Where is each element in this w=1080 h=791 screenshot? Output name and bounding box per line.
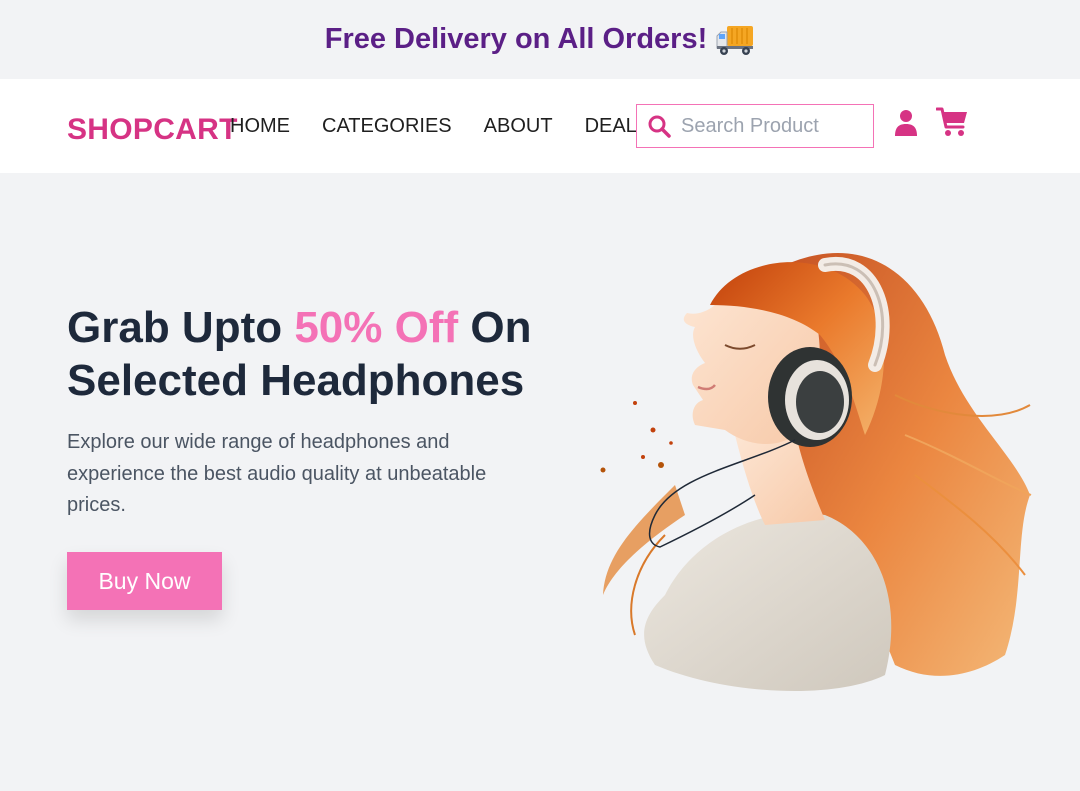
hero-section: Grab Upto 50% Off On Selected Headphones… xyxy=(0,173,1080,791)
search-box xyxy=(636,104,874,148)
cart-icon[interactable] xyxy=(936,107,968,137)
hero-title: Grab Upto 50% Off On Selected Headphones xyxy=(67,301,567,407)
main-nav: HOME CATEGORIES ABOUT DEALS xyxy=(230,115,650,138)
hero-title-accent: 50% Off xyxy=(294,303,459,352)
woman-with-headphones-illustration xyxy=(600,252,1032,692)
search-input[interactable] xyxy=(681,114,861,138)
delivery-truck-icon xyxy=(716,25,754,55)
nav-about[interactable]: ABOUT xyxy=(484,115,553,138)
search-icon[interactable] xyxy=(647,114,671,138)
hero-title-part1: Grab Upto xyxy=(67,303,295,352)
nav-categories[interactable]: CATEGORIES xyxy=(322,115,452,138)
buy-now-button[interactable]: Buy Now xyxy=(67,552,222,610)
logo[interactable]: SHOPCART xyxy=(67,113,238,147)
user-icon[interactable] xyxy=(894,109,918,137)
promo-bar: Free Delivery on All Orders! xyxy=(0,0,1080,79)
promo-text: Free Delivery on All Orders! xyxy=(324,23,708,55)
navbar: SHOPCART HOME CATEGORIES ABOUT DEALS xyxy=(0,79,1080,173)
nav-home[interactable]: HOME xyxy=(230,115,290,138)
hero-description: Explore our wide range of headphones and… xyxy=(67,431,487,516)
